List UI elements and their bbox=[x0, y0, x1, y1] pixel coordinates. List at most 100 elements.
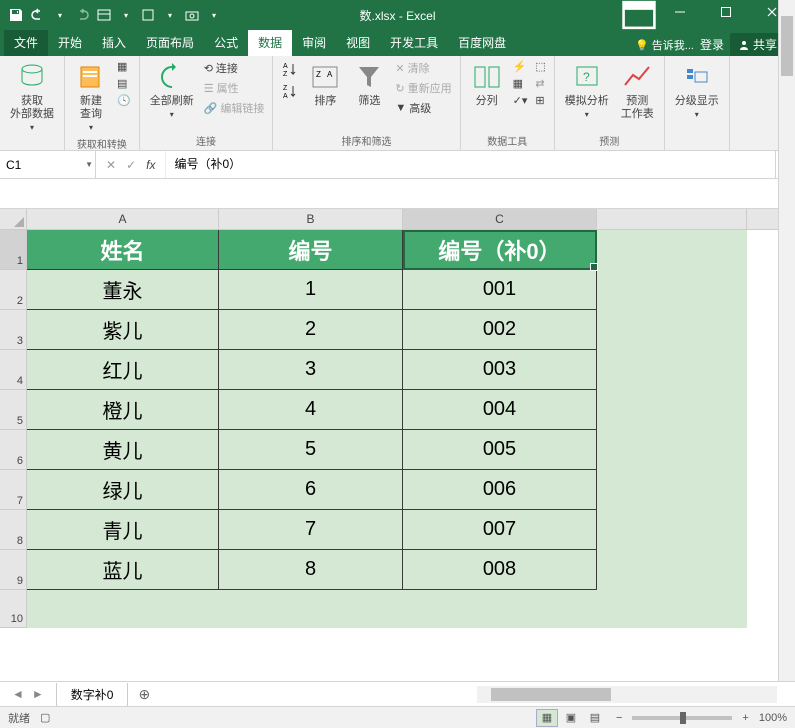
cell[interactable]: 008 bbox=[403, 550, 597, 590]
vertical-scrollbar[interactable] bbox=[778, 0, 795, 728]
cell[interactable]: 005 bbox=[403, 430, 597, 470]
tab-file[interactable]: 文件 bbox=[4, 30, 48, 56]
cell[interactable]: 5 bbox=[219, 430, 403, 470]
row-header[interactable]: 8 bbox=[0, 510, 27, 550]
cell[interactable]: 007 bbox=[403, 510, 597, 550]
save-icon[interactable] bbox=[8, 7, 24, 23]
cell[interactable]: 姓名 bbox=[27, 230, 219, 270]
col-header-C[interactable]: C bbox=[403, 209, 597, 229]
from-table[interactable]: ▤ bbox=[115, 76, 133, 91]
show-queries[interactable]: ▦ bbox=[115, 59, 133, 74]
name-box[interactable]: C1 ▼ bbox=[0, 151, 96, 178]
sort-asc[interactable]: AZ bbox=[279, 59, 301, 79]
maximize-button[interactable] bbox=[703, 0, 749, 27]
fx-icon[interactable]: fx bbox=[146, 158, 155, 172]
text-to-columns[interactable]: 分列 bbox=[467, 59, 507, 110]
cell[interactable]: 001 bbox=[403, 270, 597, 310]
col-header-D[interactable] bbox=[597, 209, 747, 229]
tellme[interactable]: 💡 告诉我... bbox=[635, 37, 694, 53]
row-header[interactable]: 4 bbox=[0, 350, 27, 390]
row-header[interactable]: 1 bbox=[0, 230, 27, 270]
cell[interactable] bbox=[597, 510, 747, 550]
cell[interactable] bbox=[27, 590, 219, 628]
zoom-slider[interactable] bbox=[632, 716, 732, 720]
tab-formulas[interactable]: 公式 bbox=[204, 30, 248, 56]
horizontal-scrollbar[interactable] bbox=[477, 686, 777, 703]
cell[interactable] bbox=[597, 230, 747, 270]
minimize-button[interactable] bbox=[657, 0, 703, 27]
cell[interactable]: 董永 bbox=[27, 270, 219, 310]
qat-btn-2[interactable] bbox=[140, 7, 156, 23]
cell[interactable] bbox=[597, 310, 747, 350]
tab-insert[interactable]: 插入 bbox=[92, 30, 136, 56]
zoom-in[interactable]: + bbox=[742, 712, 748, 724]
row-header[interactable]: 5 bbox=[0, 390, 27, 430]
cell[interactable] bbox=[597, 430, 747, 470]
tab-review[interactable]: 审阅 bbox=[292, 30, 336, 56]
cell[interactable]: 编号（补0） bbox=[403, 230, 597, 270]
qat-btn-1[interactable] bbox=[96, 7, 112, 23]
filter[interactable]: 筛选 bbox=[349, 59, 389, 110]
cell[interactable]: 8 bbox=[219, 550, 403, 590]
forecast-sheet[interactable]: 预测 工作表 bbox=[617, 59, 658, 123]
qat-more-1[interactable]: ▾ bbox=[118, 7, 134, 23]
refresh-all[interactable]: 全部刷新 ▾ bbox=[146, 59, 198, 122]
signin[interactable]: 登录 bbox=[700, 36, 724, 53]
row-header[interactable]: 3 bbox=[0, 310, 27, 350]
advanced-filter[interactable]: ▼ 高级 bbox=[393, 99, 453, 117]
cell[interactable]: 004 bbox=[403, 390, 597, 430]
connections[interactable]: ⟲ 连接 bbox=[202, 59, 267, 77]
cell[interactable]: 2 bbox=[219, 310, 403, 350]
row-header[interactable]: 2 bbox=[0, 270, 27, 310]
tab-view[interactable]: 视图 bbox=[336, 30, 380, 56]
manage-model[interactable]: ⊞ bbox=[533, 93, 547, 108]
cell[interactable]: 7 bbox=[219, 510, 403, 550]
cell[interactable]: 蓝儿 bbox=[27, 550, 219, 590]
row-header[interactable]: 9 bbox=[0, 550, 27, 590]
sort-desc[interactable]: ZA bbox=[279, 81, 301, 101]
row-header[interactable]: 6 bbox=[0, 430, 27, 470]
view-normal[interactable]: ▦ bbox=[536, 709, 558, 727]
consolidate[interactable]: ⬚ bbox=[533, 59, 547, 74]
redo-icon[interactable] bbox=[74, 7, 90, 23]
cell[interactable]: 4 bbox=[219, 390, 403, 430]
macro-record-icon[interactable]: ▢ bbox=[40, 711, 50, 724]
select-all-corner[interactable] bbox=[0, 209, 27, 229]
cell[interactable]: 红儿 bbox=[27, 350, 219, 390]
ribbon-display-options[interactable] bbox=[621, 0, 657, 33]
flash-fill[interactable]: ⚡ bbox=[511, 59, 530, 74]
cell[interactable] bbox=[597, 390, 747, 430]
recent-sources[interactable]: 🕓 bbox=[115, 93, 133, 108]
relationships[interactable]: ⇄ bbox=[533, 76, 547, 91]
row-header[interactable]: 7 bbox=[0, 470, 27, 510]
qat-customize-icon[interactable]: ▾ bbox=[206, 7, 222, 23]
tab-baidu[interactable]: 百度网盘 bbox=[448, 30, 516, 56]
col-header-B[interactable]: B bbox=[219, 209, 403, 229]
outline[interactable]: 分级显示 ▾ bbox=[671, 59, 723, 122]
cell[interactable] bbox=[597, 270, 747, 310]
remove-dup[interactable]: ▦ bbox=[511, 76, 530, 91]
cell[interactable]: 006 bbox=[403, 470, 597, 510]
view-pagebreak[interactable]: ▤ bbox=[584, 709, 606, 727]
cell[interactable] bbox=[403, 590, 597, 628]
qat-more-2[interactable]: ▾ bbox=[162, 7, 178, 23]
row-header[interactable]: 10 bbox=[0, 590, 27, 628]
get-external-data[interactable]: 获取 外部数据 ▾ bbox=[6, 59, 58, 135]
cell[interactable] bbox=[597, 550, 747, 590]
cell[interactable]: 紫儿 bbox=[27, 310, 219, 350]
namebox-dropdown-icon[interactable]: ▼ bbox=[85, 160, 93, 169]
tab-developer[interactable]: 开发工具 bbox=[380, 30, 448, 56]
cell[interactable] bbox=[597, 350, 747, 390]
cell[interactable]: 6 bbox=[219, 470, 403, 510]
tab-pagelayout[interactable]: 页面布局 bbox=[136, 30, 204, 56]
cell[interactable] bbox=[597, 470, 747, 510]
undo-more-icon[interactable]: ▾ bbox=[52, 7, 68, 23]
view-pagelayout[interactable]: ▣ bbox=[560, 709, 582, 727]
cell[interactable]: 青儿 bbox=[27, 510, 219, 550]
share-button[interactable]: 共享 bbox=[730, 33, 785, 56]
cell[interactable]: 003 bbox=[403, 350, 597, 390]
camera-icon[interactable] bbox=[184, 7, 200, 23]
cell[interactable]: 橙儿 bbox=[27, 390, 219, 430]
tab-home[interactable]: 开始 bbox=[48, 30, 92, 56]
cell[interactable]: 1 bbox=[219, 270, 403, 310]
